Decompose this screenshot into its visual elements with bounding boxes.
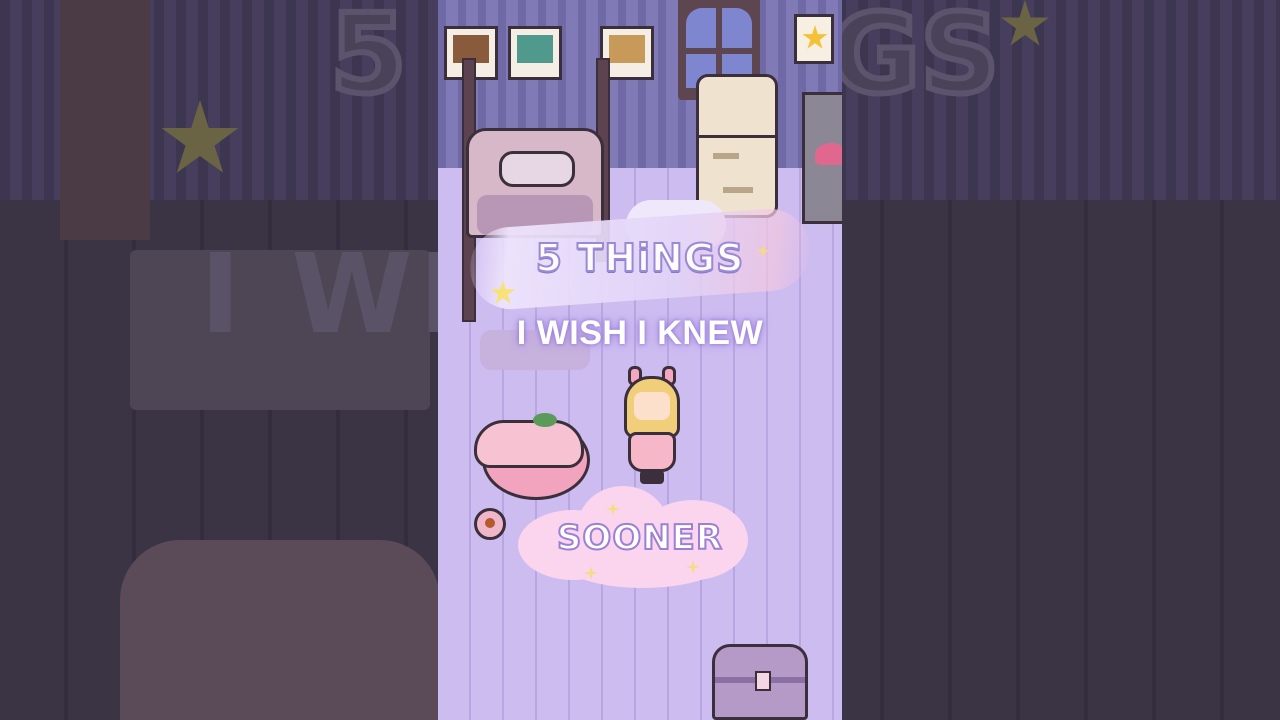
title-line-1: 5 THiNGS	[535, 235, 745, 281]
pet-icon	[474, 413, 584, 468]
backdrop-bed-post	[60, 0, 150, 240]
backdrop-pet	[120, 540, 440, 720]
title-line-2: I WISH I KNEW	[516, 314, 764, 352]
backdrop-ghost-top-right-text: GS	[827, 0, 1002, 121]
fridge-icon	[696, 74, 778, 218]
wall-frame-icon	[508, 26, 562, 80]
food-bowl-icon	[474, 508, 506, 540]
player-character	[618, 366, 686, 486]
backdrop-ghost-top-text: 5	[327, 0, 410, 121]
stove-icon	[802, 92, 842, 224]
chest-icon	[712, 644, 808, 720]
star-note-icon	[794, 14, 834, 64]
game-viewport	[438, 0, 842, 720]
title-line-3: SOONER	[556, 517, 724, 559]
